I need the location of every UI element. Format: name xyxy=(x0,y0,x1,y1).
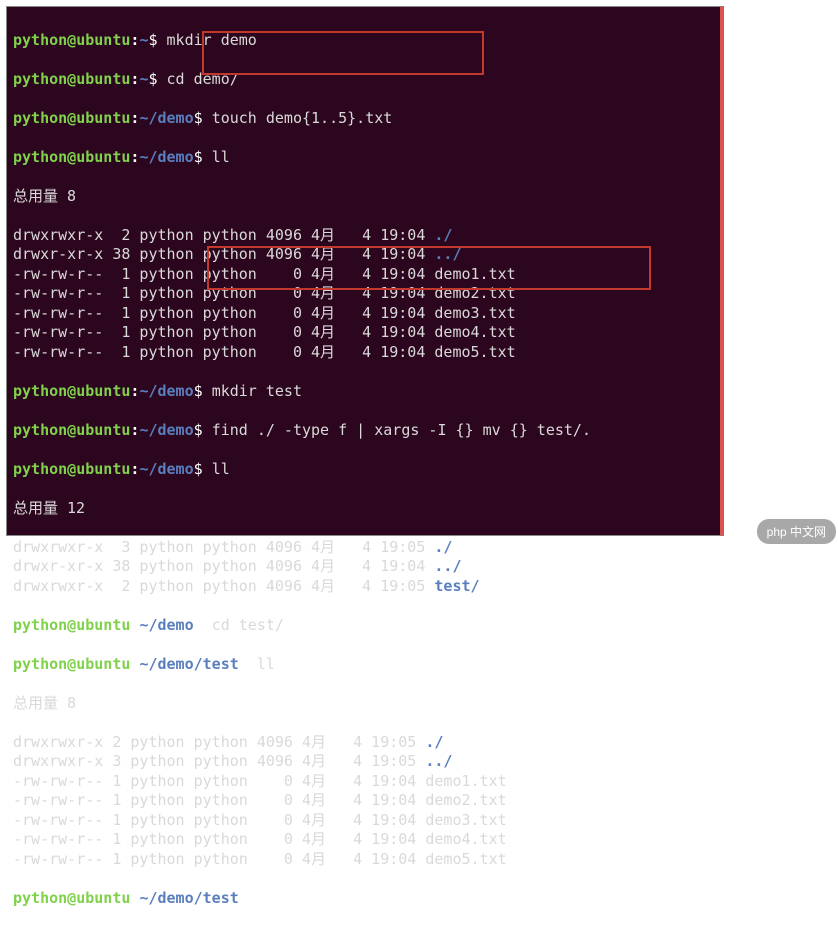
prompt-line: python@ubuntu:~$ mkdir demo xyxy=(13,31,714,51)
command-text: mkdir test xyxy=(212,382,302,400)
command-text: mkdir demo xyxy=(167,31,257,49)
prompt-line: python@ubuntu:~/demo$ ll xyxy=(13,460,714,480)
prompt-line: python@ubuntu:~/demo$ ll xyxy=(13,148,714,168)
listing-header: 总用量 12 xyxy=(13,499,714,519)
prompt-line: python@ubuntu:~/demo/test$ ll xyxy=(13,655,714,675)
terminal-window: python@ubuntu:~$ mkdir demo python@ubunt… xyxy=(6,6,724,536)
command-text: ll xyxy=(212,460,230,478)
command-text: touch demo{1..5}.txt xyxy=(212,109,393,127)
prompt-line: python@ubuntu:~/demo$ find ./ -type f | … xyxy=(13,421,714,441)
listing-row: -rw-rw-r-- 1 python python 0 4月 4 19:04 … xyxy=(13,850,714,870)
listing-row: drwxr-xr-x 38 python python 4096 4月 4 19… xyxy=(13,557,714,577)
prompt-line: python@ubuntu:~/demo/test$ xyxy=(13,889,714,909)
listing-row: -rw-rw-r-- 1 python python 0 4月 4 19:04 … xyxy=(13,772,714,792)
watermark-logo: php 中文网 xyxy=(757,519,836,544)
listing-row: -rw-rw-r-- 1 python python 0 4月 4 19:04 … xyxy=(13,791,714,811)
prompt-line: python@ubuntu:~/demo$ cd test/ xyxy=(13,616,714,636)
command-text: find ./ -type f | xargs -I {} mv {} test… xyxy=(212,421,591,439)
listing-row: -rw-rw-r-- 1 python python 0 4月 4 19:04 … xyxy=(13,304,714,324)
listing-row: -rw-rw-r-- 1 python python 0 4月 4 19:04 … xyxy=(13,323,714,343)
listing-row: -rw-rw-r-- 1 python python 0 4月 4 19:04 … xyxy=(13,830,714,850)
listing-row: -rw-rw-r-- 1 python python 0 4月 4 19:04 … xyxy=(13,343,714,363)
command-text: cd test/ xyxy=(212,616,284,634)
listing-block-1: drwxrwxr-x 2 python python 4096 4月 4 19:… xyxy=(13,226,714,363)
terminal-content[interactable]: python@ubuntu:~$ mkdir demo python@ubunt… xyxy=(13,11,714,928)
command-text: cd demo/ xyxy=(167,70,239,88)
command-text: ll xyxy=(212,148,230,166)
prompt-line: python@ubuntu:~$ cd demo/ xyxy=(13,70,714,90)
prompt-line: python@ubuntu:~/demo$ touch demo{1..5}.t… xyxy=(13,109,714,129)
listing-header: 总用量 8 xyxy=(13,187,714,207)
listing-header: 总用量 8 xyxy=(13,694,714,714)
listing-row: drwxrwxr-x 3 python python 4096 4月 4 19:… xyxy=(13,538,714,558)
listing-row: drwxr-xr-x 38 python python 4096 4月 4 19… xyxy=(13,245,714,265)
prompt-user: python@ubuntu xyxy=(13,31,130,49)
listing-row: drwxrwxr-x 3 python python 4096 4月 4 19:… xyxy=(13,752,714,772)
listing-row: -rw-rw-r-- 1 python python 0 4月 4 19:04 … xyxy=(13,265,714,285)
listing-row: drwxrwxr-x 2 python python 4096 4月 4 19:… xyxy=(13,733,714,753)
listing-row: drwxrwxr-x 2 python python 4096 4月 4 19:… xyxy=(13,577,714,597)
listing-block-2: drwxrwxr-x 3 python python 4096 4月 4 19:… xyxy=(13,538,714,597)
listing-row: -rw-rw-r-- 1 python python 0 4月 4 19:04 … xyxy=(13,811,714,831)
listing-row: drwxrwxr-x 2 python python 4096 4月 4 19:… xyxy=(13,226,714,246)
listing-block-3: drwxrwxr-x 2 python python 4096 4月 4 19:… xyxy=(13,733,714,870)
command-text: ll xyxy=(257,655,275,673)
listing-row: -rw-rw-r-- 1 python python 0 4月 4 19:04 … xyxy=(13,284,714,304)
prompt-line: python@ubuntu:~/demo$ mkdir test xyxy=(13,382,714,402)
